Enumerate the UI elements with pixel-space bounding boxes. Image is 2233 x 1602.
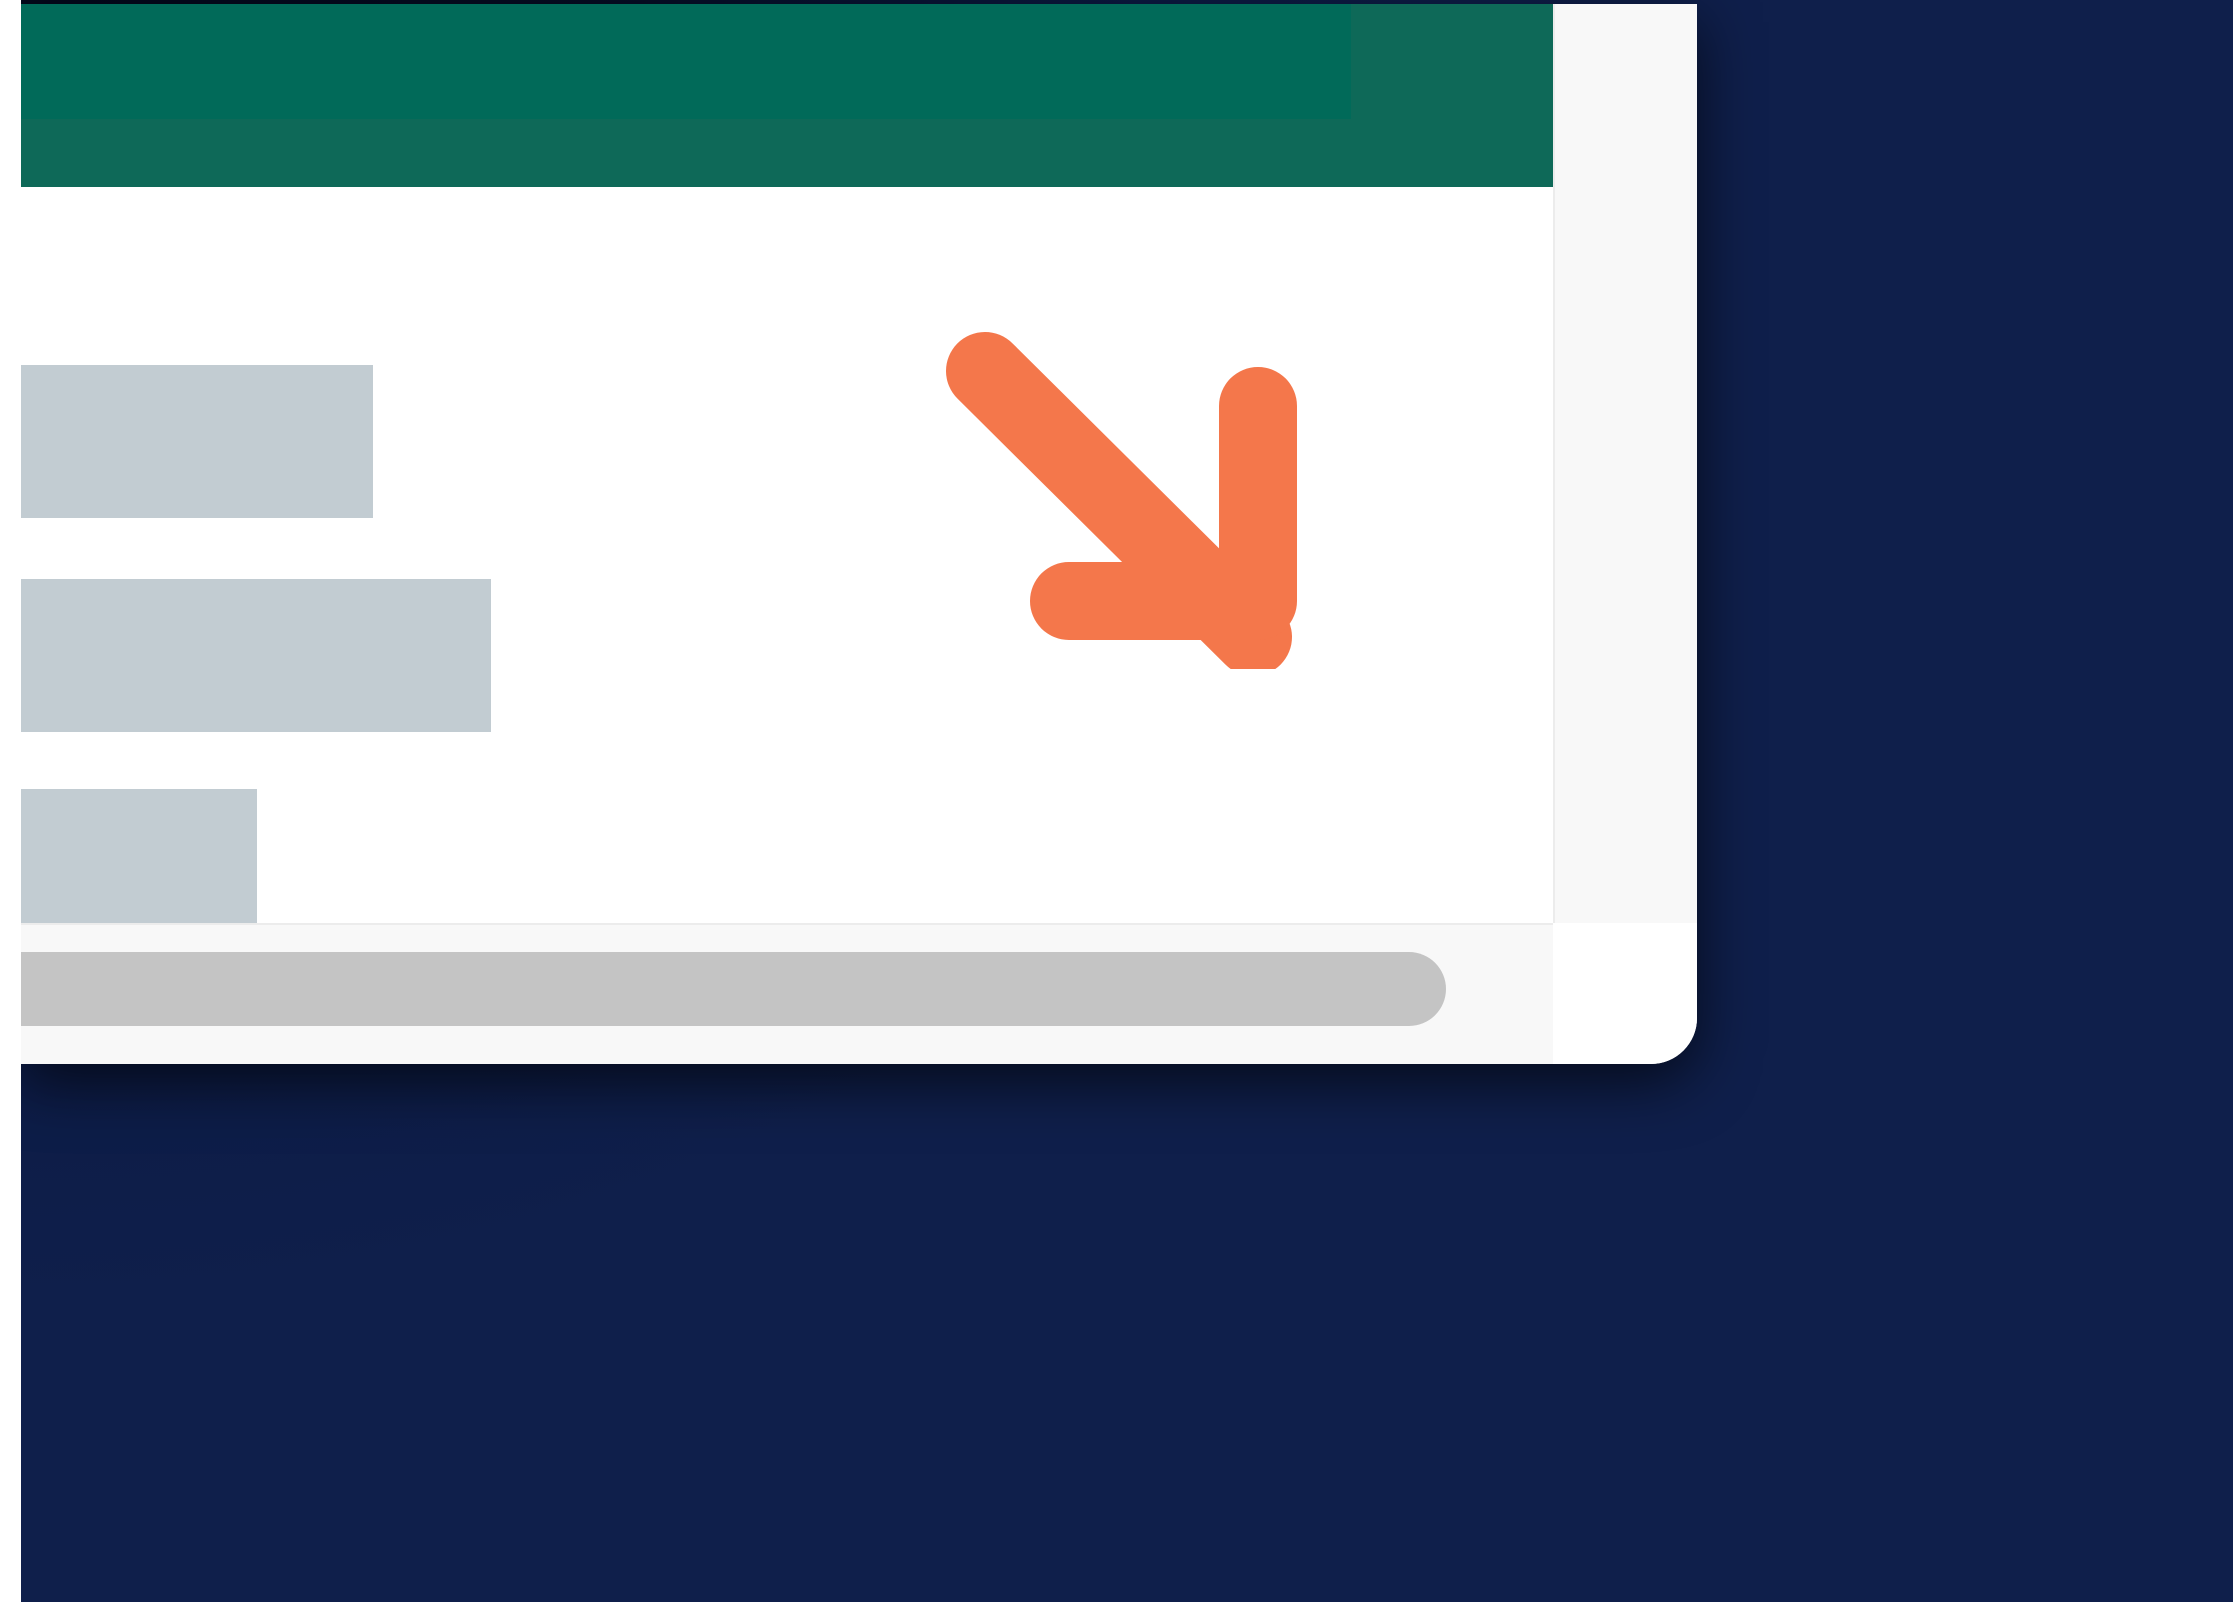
placeholder-bar (21, 365, 373, 518)
placeholder-bar (21, 789, 257, 923)
scrollbar-corner (1553, 923, 1697, 1064)
app-window (21, 4, 1697, 1064)
screen (0, 0, 2233, 1602)
header-toolbar (21, 4, 1351, 119)
arrow-down-right-icon (926, 289, 1306, 676)
content-area (21, 187, 1553, 923)
vertical-scrollbar[interactable] (1553, 4, 1697, 923)
horizontal-scrollbar[interactable] (21, 923, 1553, 1064)
desktop-background (21, 0, 2233, 1602)
window-header (21, 4, 1553, 187)
horizontal-scroll-thumb[interactable] (21, 952, 1446, 1026)
placeholder-bar (21, 579, 491, 732)
